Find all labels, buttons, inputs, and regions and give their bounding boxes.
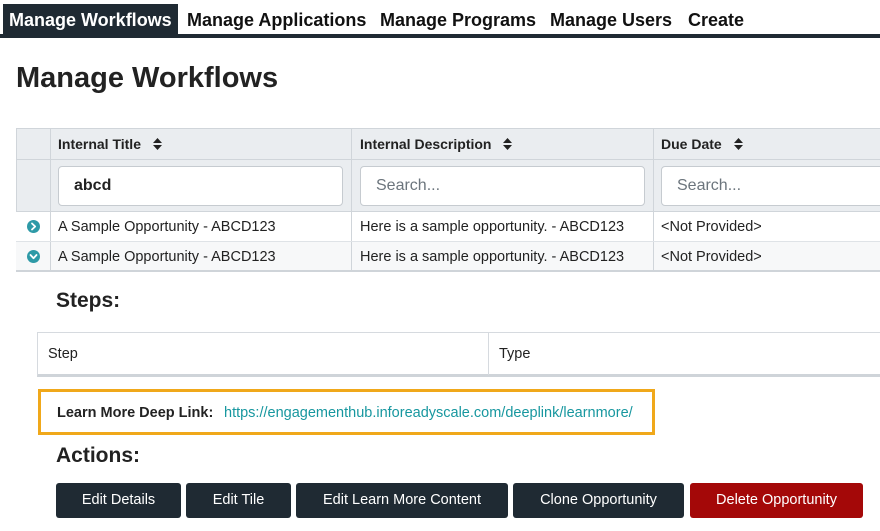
nav-tab-manage-workflows[interactable]: Manage Workflows bbox=[3, 4, 178, 34]
row-internal-title: A Sample Opportunity - ABCD123 bbox=[58, 249, 276, 265]
table-filter-row bbox=[16, 160, 880, 212]
table-header-row: Internal Title Internal Description Due … bbox=[16, 128, 880, 160]
column-divider bbox=[16, 129, 17, 159]
column-divider bbox=[351, 242, 352, 270]
column-header-internal-description[interactable]: Internal Description bbox=[360, 129, 513, 160]
row-due-date: <Not Provided> bbox=[661, 249, 762, 265]
sort-icon[interactable] bbox=[733, 138, 743, 151]
column-divider bbox=[653, 129, 654, 159]
expand-row-icon[interactable] bbox=[27, 220, 40, 233]
nav-tab-manage-users[interactable]: Manage Users bbox=[550, 4, 672, 34]
column-divider bbox=[50, 129, 51, 159]
nav-underline bbox=[0, 34, 880, 38]
internal-title-filter-input[interactable] bbox=[58, 166, 343, 206]
clone-opportunity-button[interactable]: Clone Opportunity bbox=[513, 483, 684, 518]
edit-tile-button[interactable]: Edit Tile bbox=[186, 483, 291, 518]
row-due-date: <Not Provided> bbox=[661, 219, 762, 235]
deep-link-url[interactable]: https://engagementhub.inforeadyscale.com… bbox=[224, 405, 633, 421]
deep-link-label: Learn More Deep Link: bbox=[57, 405, 214, 421]
actions-heading: Actions: bbox=[56, 444, 140, 467]
column-divider bbox=[50, 212, 51, 241]
internal-description-filter-input[interactable] bbox=[360, 166, 645, 206]
column-divider bbox=[653, 160, 654, 211]
top-nav: Manage Workflows Manage Applications Man… bbox=[0, 0, 880, 38]
steps-column-header-type: Type bbox=[499, 346, 531, 362]
edit-details-button[interactable]: Edit Details bbox=[56, 483, 181, 518]
column-divider bbox=[488, 333, 489, 375]
sort-icon[interactable] bbox=[503, 138, 513, 151]
delete-opportunity-button[interactable]: Delete Opportunity bbox=[690, 483, 863, 518]
nav-tab-manage-programs[interactable]: Manage Programs bbox=[380, 4, 536, 34]
row-internal-description: Here is a sample opportunity. - ABCD123 bbox=[360, 249, 625, 265]
column-header-due-date[interactable]: Due Date bbox=[661, 129, 743, 160]
edit-learn-more-content-button[interactable]: Edit Learn More Content bbox=[296, 483, 508, 518]
column-divider bbox=[16, 160, 17, 211]
steps-heading: Steps: bbox=[56, 289, 121, 312]
table-row[interactable]: A Sample Opportunity - ABCD123 Here is a… bbox=[16, 212, 880, 242]
steps-table: Step Type bbox=[37, 332, 880, 377]
steps-column-header-step: Step bbox=[48, 346, 78, 362]
column-divider bbox=[653, 212, 654, 241]
sort-icon[interactable] bbox=[152, 138, 162, 151]
column-divider bbox=[50, 160, 51, 211]
row-internal-title: A Sample Opportunity - ABCD123 bbox=[58, 219, 276, 235]
column-header-internal-title[interactable]: Internal Title bbox=[58, 129, 162, 160]
nav-tab-manage-applications[interactable]: Manage Applications bbox=[187, 4, 366, 34]
page-title: Manage Workflows bbox=[16, 62, 279, 94]
column-divider bbox=[351, 160, 352, 211]
nav-tab-create[interactable]: Create bbox=[688, 4, 744, 34]
collapse-row-icon[interactable] bbox=[27, 250, 40, 263]
column-header-label: Internal Title bbox=[58, 136, 141, 152]
learn-more-deep-link-box: Learn More Deep Link: https://engagement… bbox=[38, 389, 655, 435]
column-divider bbox=[50, 242, 51, 270]
column-divider bbox=[653, 242, 654, 270]
column-header-label: Due Date bbox=[661, 136, 722, 152]
column-divider bbox=[351, 129, 352, 159]
column-header-label: Internal Description bbox=[360, 136, 492, 152]
row-internal-description: Here is a sample opportunity. - ABCD123 bbox=[360, 219, 625, 235]
due-date-filter-input[interactable] bbox=[661, 166, 880, 206]
column-divider bbox=[351, 212, 352, 241]
table-row[interactable]: A Sample Opportunity - ABCD123 Here is a… bbox=[16, 242, 880, 272]
